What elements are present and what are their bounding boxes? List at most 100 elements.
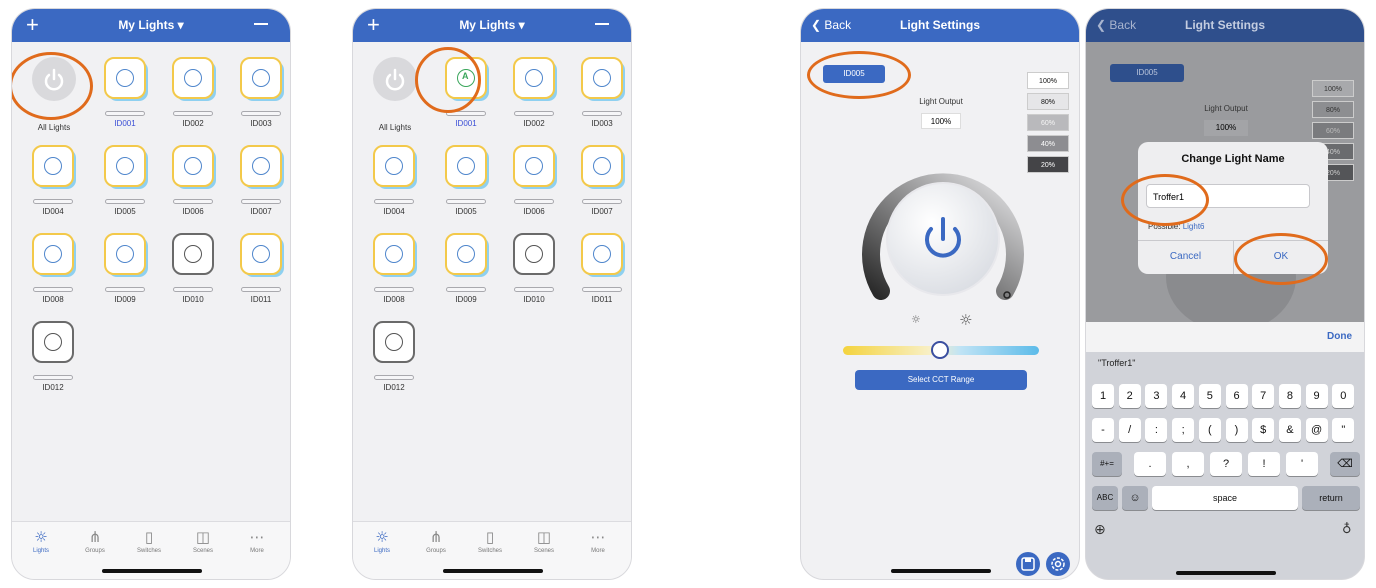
light-tile-id010[interactable] — [513, 233, 555, 275]
remove-icon[interactable] — [595, 23, 609, 25]
light-tile-id005[interactable] — [445, 145, 487, 187]
key[interactable]: : — [1145, 418, 1168, 442]
save-button[interactable] — [1016, 552, 1040, 576]
light-tile-id011[interactable] — [581, 233, 623, 275]
light-level-bar — [374, 375, 414, 380]
emoji-key[interactable]: ☺ — [1122, 486, 1148, 510]
light-tile-id001[interactable] — [104, 57, 146, 99]
key[interactable]: 8 — [1278, 384, 1301, 408]
light-tile-id002[interactable] — [513, 57, 555, 99]
key[interactable]: & — [1278, 418, 1301, 442]
key[interactable]: 1 — [1092, 384, 1114, 408]
key[interactable]: 9 — [1305, 384, 1328, 408]
light-label-id005: ID005 — [455, 207, 477, 216]
light-label-id006: ID006 — [182, 207, 204, 216]
light-level-bar — [582, 111, 622, 116]
key[interactable]: , — [1172, 452, 1204, 476]
light-tile-id003[interactable] — [581, 57, 623, 99]
tab-switches[interactable]: ▯ Switches — [124, 528, 174, 554]
key[interactable]: 6 — [1225, 384, 1248, 408]
microphone-icon[interactable]: ♁ — [1342, 522, 1352, 537]
key[interactable]: ' — [1286, 452, 1318, 476]
highlight-circle — [807, 51, 911, 99]
bulb-icon — [593, 157, 611, 175]
light-tile-id006[interactable] — [172, 145, 214, 187]
light-tile-id008[interactable] — [373, 233, 415, 275]
key[interactable]: - — [1092, 418, 1114, 442]
tab-more[interactable]: ⋯ More — [573, 528, 623, 554]
key[interactable]: ( — [1198, 418, 1221, 442]
globe-icon[interactable]: ⊕ — [1094, 522, 1106, 538]
tab-scenes[interactable]: ◫ Scenes — [519, 528, 569, 554]
light-tile-id008[interactable] — [32, 233, 74, 275]
key[interactable]: ) — [1225, 418, 1248, 442]
light-tile-id010[interactable] — [172, 233, 214, 275]
light-level-bar — [105, 199, 145, 204]
done-button[interactable]: Done — [1327, 331, 1352, 342]
tab-groups[interactable]: ⋔ Groups — [70, 528, 120, 554]
key[interactable]: ; — [1172, 418, 1195, 442]
key[interactable]: 0 — [1332, 384, 1355, 408]
return-key[interactable]: return — [1302, 486, 1360, 510]
key[interactable]: 3 — [1145, 384, 1168, 408]
tab-lights[interactable]: ☼ Lights — [16, 528, 66, 554]
percent-preset-80[interactable]: 80% — [1027, 93, 1069, 110]
percent-preset-100[interactable]: 100% — [1027, 72, 1069, 89]
light-tile-id009[interactable] — [104, 233, 146, 275]
switches-icon: ▯ — [485, 528, 495, 546]
key[interactable]: 7 — [1252, 384, 1275, 408]
key[interactable]: . — [1134, 452, 1166, 476]
scenes-icon: ◫ — [536, 528, 552, 546]
key[interactable]: " — [1332, 418, 1355, 442]
space-key[interactable]: space — [1152, 486, 1298, 510]
nav-title[interactable]: My Lights ▾ — [353, 18, 631, 32]
cct-slider-thumb[interactable] — [931, 341, 949, 359]
key[interactable]: 2 — [1118, 384, 1141, 408]
select-cct-range-button[interactable]: Select CCT Range — [855, 370, 1027, 390]
light-tile-id007[interactable] — [581, 145, 623, 187]
light-tile-id002[interactable] — [172, 57, 214, 99]
all-lights-power-button[interactable] — [373, 57, 417, 101]
tab-scenes[interactable]: ◫ Scenes — [178, 528, 228, 554]
key[interactable]: ! — [1248, 452, 1280, 476]
suggestion-item[interactable]: "Troffer1" — [1098, 358, 1135, 368]
tab-groups[interactable]: ⋔ Groups — [411, 528, 461, 554]
light-tile-id006[interactable] — [513, 145, 555, 187]
light-tile-id004[interactable] — [373, 145, 415, 187]
key[interactable]: / — [1118, 418, 1141, 442]
key[interactable]: 4 — [1172, 384, 1195, 408]
settings-button[interactable] — [1046, 552, 1070, 576]
percent-preset-60[interactable]: 60% — [1027, 114, 1069, 131]
remove-icon[interactable] — [254, 23, 268, 25]
tab-more[interactable]: ⋯ More — [232, 528, 282, 554]
more-icon: ⋯ — [249, 528, 265, 546]
light-tile-id003[interactable] — [240, 57, 282, 99]
key[interactable]: $ — [1252, 418, 1275, 442]
light-label-id005: ID005 — [114, 207, 136, 216]
bulb-icon — [116, 245, 134, 263]
light-tile-id005[interactable] — [104, 145, 146, 187]
key[interactable]: 5 — [1198, 384, 1221, 408]
light-tile-id012[interactable] — [373, 321, 415, 363]
brightness-dial[interactable]: ☼ ☼ — [843, 149, 1043, 349]
nav-title[interactable]: My Lights ▾ — [12, 18, 290, 32]
cancel-button[interactable]: Cancel — [1138, 240, 1233, 274]
tab-lights[interactable]: ☼ Lights — [357, 528, 407, 554]
backspace-key[interactable]: ⌫ — [1330, 452, 1360, 476]
light-tile-id011[interactable] — [240, 233, 282, 275]
light-tile-id004[interactable] — [32, 145, 74, 187]
light-label-id012: ID012 — [383, 383, 405, 392]
tab-label: Scenes — [533, 548, 554, 554]
light-level-bar — [33, 375, 73, 380]
symbols-key[interactable]: #+= — [1092, 452, 1122, 476]
light-tile-id007[interactable] — [240, 145, 282, 187]
key[interactable]: ? — [1210, 452, 1242, 476]
light-tile-id012[interactable] — [32, 321, 74, 363]
bulb-icon — [184, 69, 202, 87]
abc-key[interactable]: ABC — [1092, 486, 1118, 510]
tab-switches[interactable]: ▯ Switches — [465, 528, 515, 554]
light-tile-id009[interactable] — [445, 233, 487, 275]
tab-label: Lights — [32, 548, 49, 554]
key[interactable]: @ — [1305, 418, 1328, 442]
bulb-icon — [457, 157, 475, 175]
